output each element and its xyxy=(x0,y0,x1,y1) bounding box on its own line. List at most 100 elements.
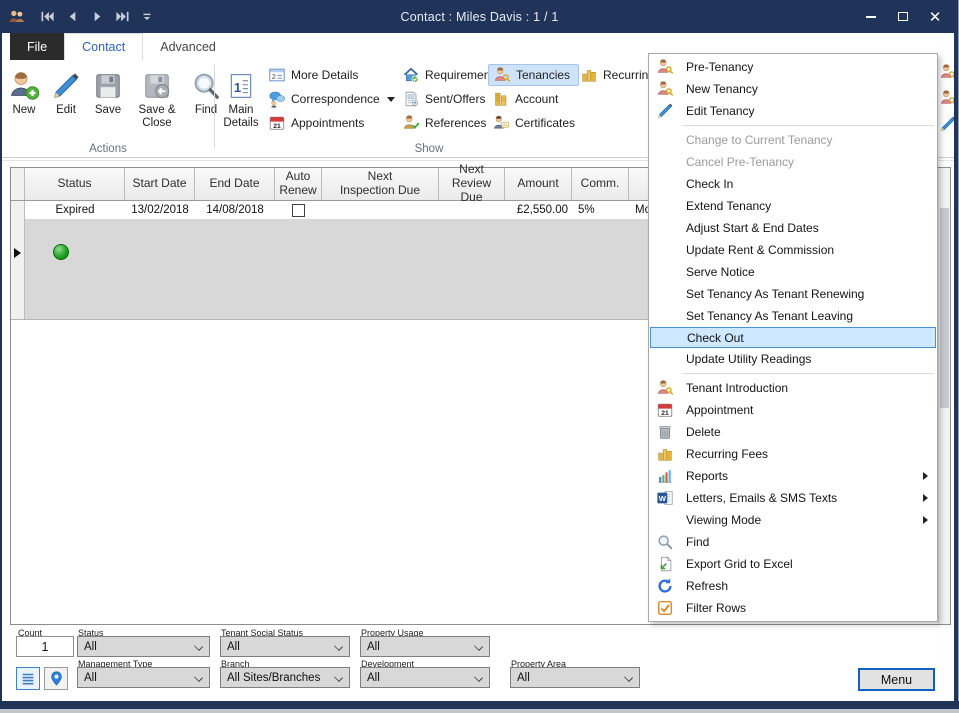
previous-record-icon[interactable] xyxy=(65,9,80,24)
menu-item-serve-notice[interactable]: Serve Notice xyxy=(649,261,937,283)
show-column-1: More Details Correspondence Appointments xyxy=(264,64,399,136)
menu-item-letters-emails-sms[interactable]: Letters, Emails & SMS Texts xyxy=(649,487,937,509)
save-and-close-button[interactable]: Save & Close xyxy=(132,63,182,130)
auto-renew-checkbox[interactable] xyxy=(292,204,305,217)
col-header-amount[interactable]: Amount xyxy=(505,168,572,200)
person-key-icon xyxy=(656,80,674,98)
close-button[interactable]: ✕ xyxy=(919,0,951,33)
tab-advanced[interactable]: Advanced xyxy=(143,33,233,60)
menu-item-find[interactable]: Find xyxy=(649,531,937,553)
magnifier-icon xyxy=(656,533,674,551)
menu-item-refresh[interactable]: Refresh xyxy=(649,575,937,597)
row-selector-gutter xyxy=(11,168,25,200)
maximize-button[interactable] xyxy=(887,0,919,33)
menu-item-tenant-introduction[interactable]: Tenant Introduction xyxy=(649,377,937,399)
menu-item-update-rent-commission[interactable]: Update Rent & Commission xyxy=(649,239,937,261)
main-details-button[interactable]: Main Details xyxy=(219,63,263,130)
export-page-icon xyxy=(656,555,674,573)
chevron-down-icon xyxy=(474,673,483,682)
group-separator xyxy=(214,64,215,148)
tenant-social-status-filter-dropdown[interactable]: All xyxy=(220,636,350,657)
customize-toolbar-icon[interactable] xyxy=(140,10,154,24)
person-key-icon xyxy=(656,379,674,397)
property-area-filter-dropdown[interactable]: All xyxy=(510,667,640,688)
menu-button[interactable]: Menu xyxy=(858,668,935,691)
col-header-auto-renew[interactable]: Auto Renew xyxy=(275,168,322,200)
main-details-icon xyxy=(227,63,255,101)
menu-item-reports[interactable]: Reports xyxy=(649,465,937,487)
more-details-button[interactable]: More Details xyxy=(264,64,399,86)
tab-contact[interactable]: Contact xyxy=(64,33,143,60)
speech-bubbles-icon xyxy=(268,90,286,108)
menu-separator xyxy=(682,125,934,126)
scrollbar-thumb[interactable] xyxy=(940,208,949,408)
coins-icon xyxy=(580,66,598,84)
col-header-status[interactable]: Status xyxy=(25,168,125,200)
col-header-comm[interactable]: Comm. xyxy=(572,168,629,200)
current-row-arrow-icon xyxy=(14,248,21,258)
last-record-icon[interactable] xyxy=(115,9,130,24)
map-view-button[interactable] xyxy=(44,667,68,690)
list-view-button[interactable] xyxy=(16,667,40,690)
tab-file[interactable]: File xyxy=(10,33,64,60)
menu-item-check-out[interactable]: Check Out xyxy=(650,327,936,348)
new-button[interactable]: New xyxy=(6,63,42,130)
menu-item-set-tenancy-tenant-renewing[interactable]: Set Tenancy As Tenant Renewing xyxy=(649,283,937,305)
col-header-start-date[interactable]: Start Date xyxy=(125,168,195,200)
filter-check-icon xyxy=(656,599,674,617)
menu-item-recurring-fees[interactable]: Recurring Fees xyxy=(649,443,937,465)
menu-item-edit-tenancy[interactable]: Edit Tenancy xyxy=(649,100,937,122)
title-bar: Contact : Miles Davis : 1 / 1 ✕ xyxy=(0,0,959,33)
filter-panel: Count 1 Status All Tenant Social Status … xyxy=(2,625,957,701)
menu-item-update-utility-readings[interactable]: Update Utility Readings xyxy=(649,348,937,370)
menu-item-delete[interactable]: Delete xyxy=(649,421,937,443)
cell-comm: 5% xyxy=(572,201,629,219)
menu-item-appointment[interactable]: Appointment xyxy=(649,399,937,421)
menu-item-viewing-mode[interactable]: Viewing Mode xyxy=(649,509,937,531)
cell-auto-renew xyxy=(275,201,322,219)
correspondence-button[interactable]: Correspondence xyxy=(264,88,399,110)
edit-button[interactable]: Edit xyxy=(48,63,84,130)
vertical-scrollbar[interactable] xyxy=(938,168,950,624)
word-document-icon xyxy=(656,489,674,507)
minimize-button[interactable] xyxy=(855,0,887,33)
person-key-icon xyxy=(493,66,511,84)
menu-item-export-grid-to-excel[interactable]: Export Grid to Excel xyxy=(649,553,937,575)
development-filter-dropdown[interactable]: All xyxy=(360,667,490,688)
menu-item-pre-tenancy[interactable]: Pre-Tenancy xyxy=(649,56,937,78)
quick-access-toolbar xyxy=(40,9,154,24)
calendar-icon xyxy=(656,401,674,419)
cell-next-inspection-due xyxy=(322,201,439,219)
menu-item-filter-rows[interactable]: Filter Rows xyxy=(649,597,937,619)
branch-filter-dropdown[interactable]: All Sites/Branches xyxy=(220,667,350,688)
recurring-button[interactable]: Recurring xyxy=(576,64,659,86)
actions-group-label: Actions xyxy=(2,143,214,155)
person-check-icon xyxy=(402,114,420,132)
property-usage-filter-dropdown[interactable]: All xyxy=(360,636,490,657)
tenancy-context-menu: Pre-Tenancy New Tenancy Edit Tenancy Cha… xyxy=(648,53,938,622)
appointments-button[interactable]: Appointments xyxy=(264,112,399,134)
cell-next-review-due xyxy=(439,201,505,219)
certificates-button[interactable]: Certificates xyxy=(488,112,579,134)
app-window: Contact : Miles Davis : 1 / 1 ✕ File Con… xyxy=(0,0,959,713)
col-header-end-date[interactable]: End Date xyxy=(195,168,275,200)
status-filter-dropdown[interactable]: All xyxy=(77,636,210,657)
col-header-next-review-due[interactable]: Next Review Due xyxy=(439,168,505,200)
next-record-icon[interactable] xyxy=(90,9,105,24)
menu-item-check-in[interactable]: Check In xyxy=(649,173,937,195)
menu-item-new-tenancy[interactable]: New Tenancy xyxy=(649,78,937,100)
menu-item-set-tenancy-tenant-leaving[interactable]: Set Tenancy As Tenant Leaving xyxy=(649,305,937,327)
menu-item-change-to-current-tenancy: Change to Current Tenancy xyxy=(649,129,937,151)
bar-chart-icon xyxy=(656,467,674,485)
management-type-filter-dropdown[interactable]: All xyxy=(77,667,210,688)
col-header-next-inspection-due[interactable]: Next Inspection Due xyxy=(322,168,439,200)
pencil-icon xyxy=(656,102,674,120)
person-key-icon xyxy=(656,58,674,76)
save-button[interactable]: Save xyxy=(90,63,126,130)
tenancies-button[interactable]: Tenancies xyxy=(488,64,579,86)
menu-item-extend-tenancy[interactable]: Extend Tenancy xyxy=(649,195,937,217)
menu-item-adjust-start-end-dates[interactable]: Adjust Start & End Dates xyxy=(649,217,937,239)
chevron-down-icon xyxy=(334,642,343,651)
account-button[interactable]: Account xyxy=(488,88,579,110)
first-record-icon[interactable] xyxy=(40,9,55,24)
